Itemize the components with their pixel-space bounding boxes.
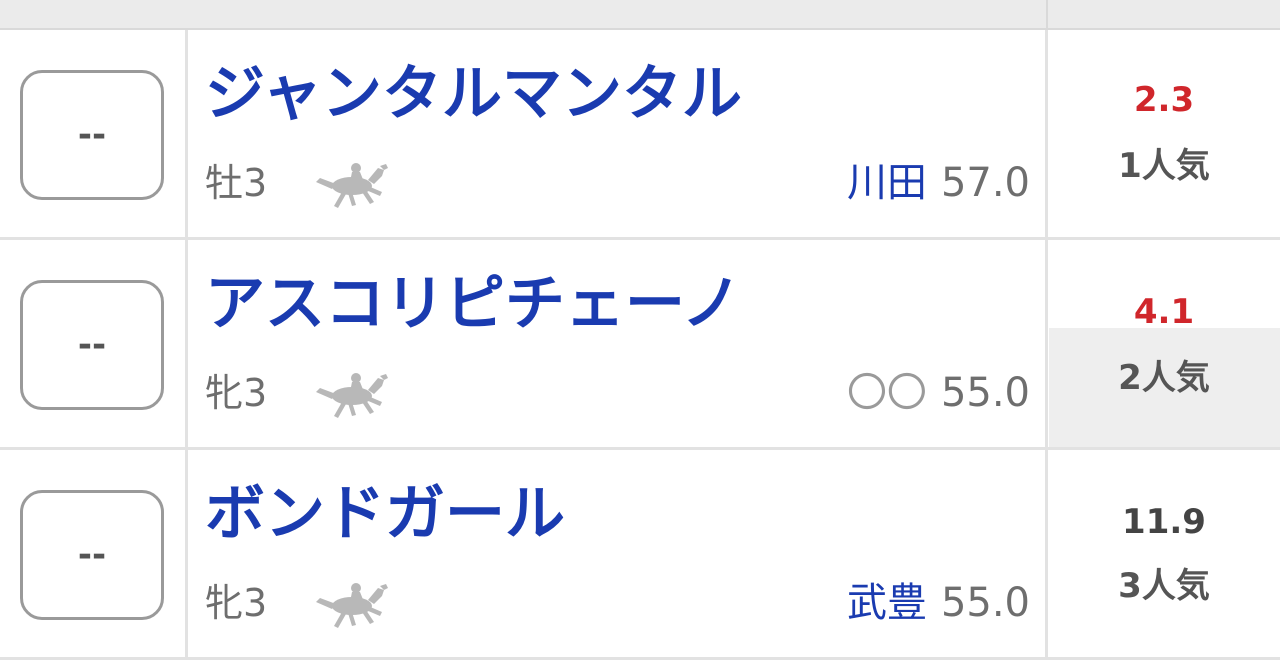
horse-row[interactable]: -- ボンドガール 牝3 武豊 55.0 11.9 3人気 xyxy=(0,450,1280,660)
jockey-placeholder: 〇〇 xyxy=(846,370,927,416)
horse-name-link[interactable]: ジャンタルマンタル xyxy=(205,54,742,134)
jockey-weight: 武豊 55.0 xyxy=(847,578,1030,628)
weight-value: 55.0 xyxy=(940,370,1030,416)
weight-value: 57.0 xyxy=(940,160,1030,206)
horse-name-link[interactable]: アスコリピチェーノ xyxy=(205,264,741,344)
prediction-mark-button[interactable]: -- xyxy=(20,490,164,620)
prediction-mark-button[interactable]: -- xyxy=(20,70,164,200)
racehorse-icon xyxy=(316,583,388,628)
odds-cell[interactable]: 2.3 1人気 xyxy=(1048,30,1280,237)
jockey-weight: 川田 57.0 xyxy=(847,158,1030,208)
race-entry-list: -- ジャンタルマンタル 牡3 川田 57.0 2.3 1人気 -- アスコリピ… xyxy=(0,0,1280,670)
odds-cell[interactable]: 4.1 2人気 xyxy=(1048,240,1280,447)
column-divider xyxy=(185,30,188,237)
odds-value: 11.9 xyxy=(1122,502,1206,542)
prediction-mark-button[interactable]: -- xyxy=(20,280,164,410)
horse-name-link[interactable]: ボンドガール xyxy=(205,474,565,554)
sex-age-label: 牝3 xyxy=(205,581,268,625)
odds-value: 2.3 xyxy=(1133,80,1195,120)
odds-value: 4.1 xyxy=(1133,292,1195,332)
racehorse-icon xyxy=(316,163,388,208)
sex-age-label: 牝3 xyxy=(205,371,268,415)
horse-row[interactable]: -- アスコリピチェーノ 牝3 〇〇 55.0 4.1 2人気 xyxy=(0,240,1280,450)
jockey-link[interactable]: 武豊 xyxy=(847,580,927,626)
popularity-rank: 2人気 xyxy=(1118,358,1210,398)
weight-value: 55.0 xyxy=(940,580,1030,626)
list-header xyxy=(0,0,1280,30)
jockey-weight: 〇〇 55.0 xyxy=(847,368,1030,418)
sex-age-label: 牡3 xyxy=(205,161,268,205)
popularity-rank: 1人気 xyxy=(1118,146,1210,186)
odds-cell[interactable]: 11.9 3人気 xyxy=(1048,450,1280,657)
popularity-rank: 3人気 xyxy=(1118,566,1210,606)
column-divider xyxy=(185,450,188,657)
jockey-link[interactable]: 川田 xyxy=(847,160,927,206)
header-divider xyxy=(1046,0,1048,30)
horse-row[interactable]: -- ジャンタルマンタル 牡3 川田 57.0 2.3 1人気 xyxy=(0,30,1280,240)
racehorse-icon xyxy=(316,373,388,418)
column-divider xyxy=(185,240,188,447)
